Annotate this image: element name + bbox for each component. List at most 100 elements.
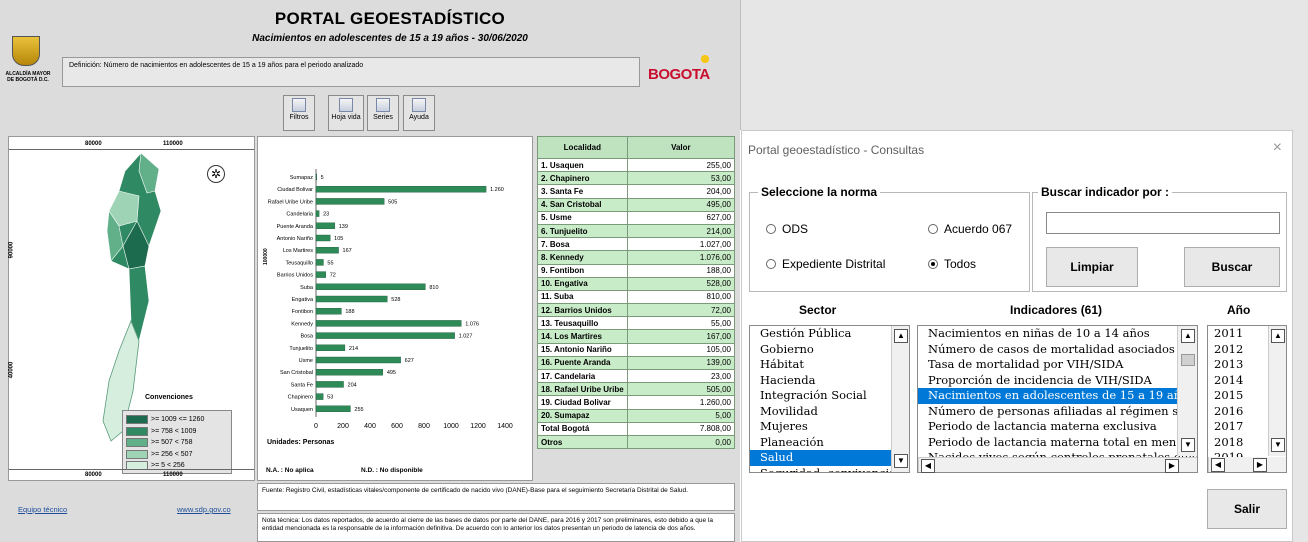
bar	[315, 381, 344, 388]
list-item[interactable]: Salud	[750, 450, 909, 466]
list-item[interactable]: Gobierno	[750, 342, 909, 358]
buscar-button[interactable]: Buscar	[1184, 247, 1280, 287]
limpiar-button[interactable]: Limpiar	[1046, 247, 1138, 287]
table-row: 9. Fontibon 188,00	[537, 263, 736, 278]
valor-cell: 627,00	[626, 210, 736, 225]
x-tick-label: 600	[391, 423, 403, 430]
list-item[interactable]: Proporción de incidencia de VIH/SIDA	[918, 373, 1197, 389]
radio-expediente-distrital[interactable]: Expediente Distrital	[766, 257, 885, 271]
radio-acuerdo-067[interactable]: Acuerdo 067	[928, 222, 1012, 236]
list-item[interactable]: Seguridad, convivencia y	[750, 466, 909, 473]
map-coord: 90000	[8, 241, 15, 259]
sector-listbox[interactable]: Gestión Pública Gobierno Hábitat Hacienda In…	[749, 325, 910, 473]
tick-label: Ciudad Bolivar	[277, 187, 313, 193]
ayuda-button[interactable]: Ayuda	[403, 95, 435, 131]
bar	[315, 259, 324, 266]
indicadores-vscrollbar[interactable]: ▲ ▼	[1177, 326, 1197, 456]
na-label: N.A. : No aplica	[266, 467, 314, 474]
table-row: 19. Ciudad Bolivar 1.260,00	[537, 395, 736, 410]
scroll-left-icon[interactable]: ◀	[921, 459, 935, 473]
bar-chart: Sumapaz 5 Ciudad Bolivar 1.260 Rafael Uribe …	[263, 169, 513, 430]
indicadores-listbox[interactable]: Nacimientos en niñas de 10 a 14 años Núme…	[917, 325, 1198, 473]
list-item[interactable]: Número de personas afiliadas al régimen …	[918, 404, 1197, 420]
filtros-button[interactable]: Filtros	[283, 95, 315, 131]
series-button[interactable]: Series	[367, 95, 399, 131]
tick-label: Tunjuelito	[289, 346, 313, 352]
tick-label: Los Martires	[283, 248, 314, 254]
list-item[interactable]: Periodo de lactancia materna exclusiva	[918, 419, 1197, 435]
table-row: Total Bogotá 7.808,00	[537, 421, 736, 436]
consultas-dialog: Portal geoestadístico - Consultas × Sele…	[741, 130, 1293, 542]
bar	[315, 222, 335, 230]
list-item[interactable]: Número de casos de mortalidad asociados …	[918, 342, 1197, 358]
close-icon[interactable]: ×	[1273, 139, 1282, 157]
tick-label: Teusaquillo	[285, 260, 313, 266]
chart-panel: Sumapaz 5 Ciudad Bolivar 1.260 Rafael Uribe …	[257, 136, 533, 481]
scroll-up-icon[interactable]: ▲	[894, 329, 908, 343]
data-label: 528	[391, 297, 400, 303]
valor-cell: 505,00	[626, 382, 736, 397]
scroll-down-icon[interactable]: ▼	[1271, 438, 1285, 452]
scroll-left-icon[interactable]: ◀	[1211, 458, 1225, 472]
tick-label: Bosa	[300, 334, 313, 340]
list-item[interactable]: Nacimientos en niñas de 10 a 14 años	[918, 326, 1197, 342]
data-label: 167	[343, 248, 352, 254]
map-coord: 40000	[8, 361, 15, 379]
localidad-cell: 18. Rafael Uribe Uribe	[537, 382, 628, 397]
scroll-up-icon[interactable]: ▲	[1271, 329, 1285, 343]
table-row: 10. Engativa 528,00	[537, 276, 736, 291]
bar	[315, 246, 339, 254]
scroll-right-icon[interactable]: ▶	[1165, 459, 1179, 473]
localidad-cell: 19. Ciudad Bolivar	[537, 395, 628, 410]
hoja-vida-button[interactable]: Hoja vida	[328, 95, 364, 131]
bar	[315, 307, 342, 315]
list-item[interactable]: Nacimientos en adolescentes de 15 a 19 a…	[918, 388, 1197, 404]
list-item[interactable]: Movilidad	[750, 404, 909, 420]
table-row: 2. Chapinero 53,00	[537, 171, 736, 186]
localidad-cell: 7. Bosa	[537, 237, 628, 252]
list-item[interactable]: Tasa de mortalidad por VIH/SIDA	[918, 357, 1197, 373]
localidad-cell: 4. San Cristobal	[537, 197, 628, 212]
list-item[interactable]: Mujeres	[750, 419, 909, 435]
table-row: 12. Barrios Unidos 72,00	[537, 303, 736, 318]
table-row: 13. Teusaquillo 55,00	[537, 316, 736, 331]
compass-icon: ✲	[207, 165, 225, 183]
sdp-link[interactable]: www.sdp.gov.co	[177, 505, 231, 514]
sector-scrollbar[interactable]: ▲ ▼	[891, 326, 909, 472]
list-item[interactable]: Integración Social	[750, 388, 909, 404]
list-item[interactable]: Hábitat	[750, 357, 909, 373]
map-panel: 80000 110000 90000 40000 ✲ Convenciones …	[8, 136, 255, 481]
list-item[interactable]: Periodo de lactancia materna total en me…	[918, 435, 1197, 451]
indicadores-hscrollbar[interactable]: ◀ ▶	[918, 457, 1197, 473]
scroll-up-icon[interactable]: ▲	[1181, 329, 1195, 343]
anio-hscrollbar[interactable]: ◀ ▶	[1208, 457, 1286, 472]
localidad-cell: 6. Tunjuelito	[537, 223, 628, 239]
legend-item: >= 1009 <= 1260	[126, 414, 228, 426]
x-tick-label: 0	[314, 423, 318, 430]
radio-todos[interactable]: Todos	[928, 257, 976, 271]
report-pane: ALCALDÍA MAYOR DE BOGOTÁ D.C. PORTAL GEO…	[0, 0, 740, 542]
scroll-down-icon[interactable]: ▼	[894, 454, 908, 468]
scroll-right-icon[interactable]: ▶	[1253, 458, 1267, 472]
map-coord: 110000	[163, 141, 183, 147]
localidad-cell: 10. Engativa	[537, 276, 628, 291]
radio-ods[interactable]: ODS	[766, 222, 808, 236]
bar	[315, 173, 318, 181]
scroll-thumb[interactable]	[1181, 354, 1195, 366]
anio-vscrollbar[interactable]: ▲ ▼	[1268, 326, 1286, 456]
fuente-text: Fuente: Registro Civil, estadísticas vit…	[257, 483, 735, 511]
scroll-down-icon[interactable]: ▼	[1181, 438, 1195, 452]
salir-button[interactable]: Salir	[1207, 489, 1287, 529]
document-icon	[339, 98, 353, 112]
list-item[interactable]: Hacienda	[750, 373, 909, 389]
search-input[interactable]	[1046, 212, 1280, 234]
list-item[interactable]: Planeación	[750, 435, 909, 451]
data-label: 627	[405, 358, 414, 364]
list-item[interactable]: Gestión Pública	[750, 326, 909, 342]
sector-header: Sector	[799, 303, 837, 317]
localidad-cell: 14. Los Martires	[537, 329, 628, 344]
equipo-link[interactable]: Equipo técnico	[18, 505, 67, 514]
bar	[315, 271, 326, 278]
table-row: 16. Puente Aranda 139,00	[537, 355, 736, 371]
legend-item: >= 507 < 758	[126, 437, 228, 449]
